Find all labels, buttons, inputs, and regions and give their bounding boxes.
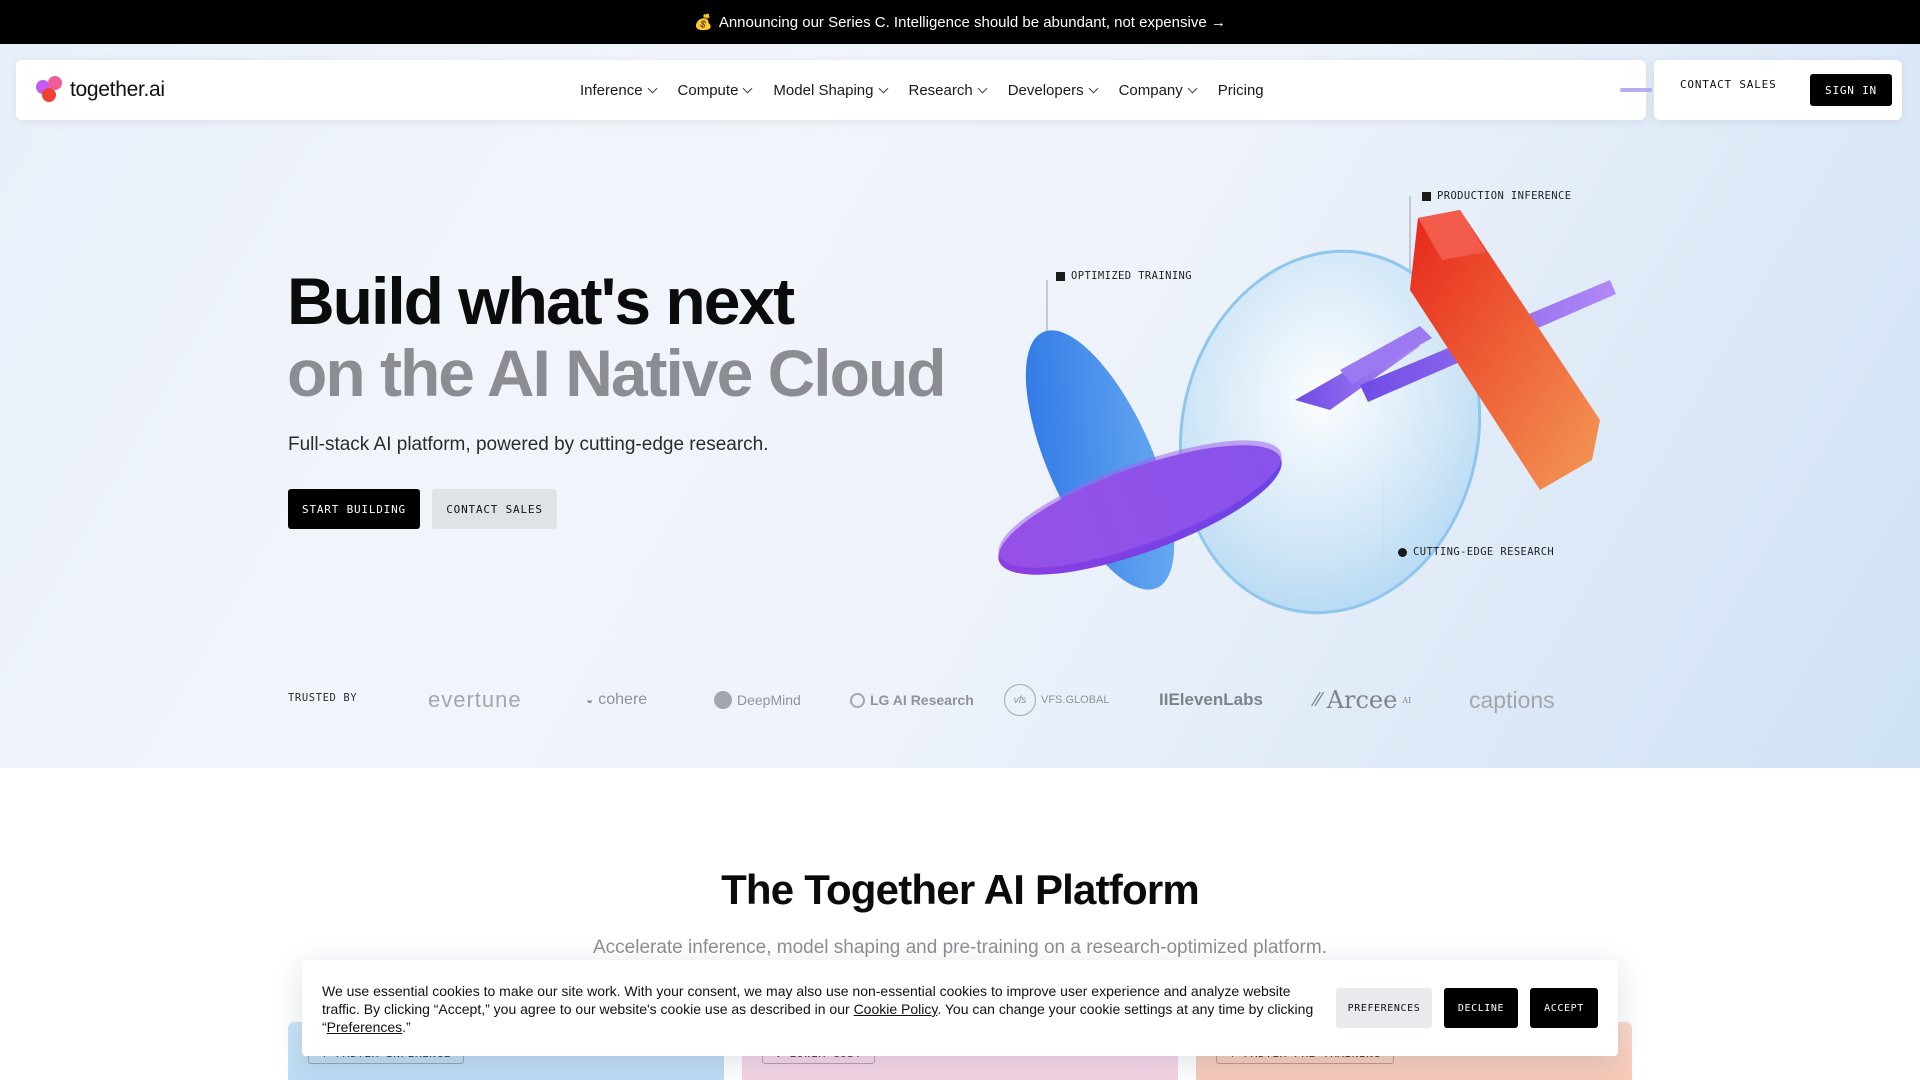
nav-item-label: Model Shaping [773, 81, 874, 99]
logo-text: DeepMind [737, 692, 801, 708]
arcee-superscript: AI [1402, 695, 1412, 705]
chevron-down-icon [742, 83, 753, 93]
hero-subtitle: Full-stack AI platform, powered by cutti… [288, 434, 769, 455]
accept-button[interactable]: ACCEPT [1530, 988, 1598, 1028]
nav-contact-sales-button[interactable]: CONTACT SALES [1680, 78, 1777, 91]
chevron-down-icon [878, 83, 888, 93]
main-nav: together.ai Inference Compute Model Shap… [16, 60, 1646, 120]
vfs-icon: vfs [1004, 684, 1036, 716]
nav-item-model-shaping[interactable]: Model Shaping [773, 81, 888, 99]
label-optimized-training: OPTIMIZED TRAINING [1056, 270, 1192, 282]
logo-cohere: ◒ cohere [586, 682, 647, 718]
nav-item-developers[interactable]: Developers [1007, 81, 1099, 99]
start-building-button[interactable]: START BUILDING [288, 489, 420, 529]
logo-text: captions [1469, 686, 1555, 713]
arcee-icon: ⁄⁄ [1315, 688, 1322, 711]
logo-text: evertune [428, 687, 522, 712]
money-bag-icon: 💰 [694, 14, 713, 31]
nav-menu: Inference Compute Model Shaping Research… [580, 60, 1264, 120]
nav-item-inference[interactable]: Inference [580, 81, 657, 99]
together-logo-icon [36, 76, 64, 104]
cookie-text-part: .” [402, 1019, 411, 1035]
logo-vfs-global: vfs VFS.GLOBAL [1004, 682, 1109, 718]
hero-title-line2: on the AI Native Cloud [287, 336, 947, 410]
logo-text: IIElevenLabs [1159, 690, 1263, 709]
nav-item-compute[interactable]: Compute [677, 81, 753, 99]
logo-arcee: ⁄⁄ Arcee AI [1315, 682, 1411, 718]
announcement-bar[interactable]: 💰 Announcing our Series C. Intelligence … [0, 0, 1920, 44]
decline-button[interactable]: DECLINE [1444, 988, 1518, 1028]
chevron-down-icon [1187, 83, 1198, 93]
cookie-banner: We use essential cookies to make our sit… [302, 960, 1618, 1056]
preferences-button[interactable]: PREFERENCES [1336, 988, 1432, 1028]
deepmind-icon [714, 691, 732, 709]
nav-actions: CONTACT SALES SIGN IN [1654, 60, 1902, 120]
nav-item-company[interactable]: Company [1118, 81, 1198, 99]
contact-sales-button[interactable]: CONTACT SALES [432, 489, 557, 529]
customer-logos: evertune ◒ cohere DeepMind LG AI Researc… [428, 682, 1572, 718]
sign-in-button[interactable]: SIGN IN [1810, 74, 1892, 106]
chevron-down-icon [647, 83, 657, 93]
logo-lg-ai-research: LG AI Research [850, 682, 974, 718]
logo-text: together.ai [70, 78, 165, 101]
hero-title-line1: Build what's next [287, 264, 795, 338]
chevron-down-icon [977, 83, 988, 93]
cohere-icon: ◒ [586, 693, 594, 707]
trusted-by-label: TRUSTED BY [288, 692, 358, 704]
label-production-inference: PRODUCTION INFERENCE [1422, 190, 1571, 202]
hero-illustration: PRODUCTION INFERENCE OPTIMIZED TRAINING … [980, 170, 1640, 630]
square-marker-icon [1056, 271, 1065, 281]
nav-item-label: Inference [580, 81, 643, 99]
nav-divider [1620, 88, 1652, 92]
logo-text: VFS.GLOBAL [1041, 694, 1110, 706]
logo-text: cohere [598, 691, 648, 708]
nav-item-label: Developers [1007, 81, 1084, 99]
announcement-text[interactable]: Announcing our Series C. Intelligence sh… [719, 14, 1226, 31]
nav-item-label: Research [908, 81, 973, 99]
hero-3d-graphic [998, 196, 1616, 615]
logo-deepmind: DeepMind [714, 682, 801, 718]
logo-text: Arcee [1326, 686, 1398, 714]
cookie-message: We use essential cookies to make our sit… [322, 982, 1322, 1036]
chevron-down-icon [1088, 83, 1099, 93]
circle-marker-icon [1398, 547, 1407, 557]
logo-elevenlabs: IIElevenLabs [1159, 682, 1263, 718]
lg-icon [850, 692, 865, 708]
platform-subtitle: Accelerate inference, model shaping and … [592, 937, 1327, 958]
label-text: OPTIMIZED TRAINING [1071, 270, 1192, 282]
logo[interactable]: together.ai [36, 76, 165, 104]
logo-text: LG AI Research [870, 692, 974, 708]
nav-item-research[interactable]: Research [908, 81, 988, 99]
label-text: PRODUCTION INFERENCE [1437, 190, 1572, 202]
platform-title: The Together AI Platform [721, 866, 1200, 913]
label-cutting-edge-research: CUTTING-EDGE RESEARCH [1398, 546, 1554, 558]
label-text: CUTTING-EDGE RESEARCH [1413, 546, 1555, 558]
nav-item-pricing[interactable]: Pricing [1218, 82, 1264, 99]
cookie-policy-link[interactable]: Cookie Policy [854, 1001, 938, 1017]
nav-item-label: Company [1118, 81, 1183, 99]
nav-item-label: Pricing [1217, 81, 1264, 99]
nav-item-label: Compute [677, 81, 739, 99]
square-marker-icon [1422, 191, 1431, 201]
logo-captions: captions [1469, 682, 1555, 718]
preferences-link[interactable]: Preferences [327, 1019, 402, 1035]
logo-evertune: evertune [428, 682, 522, 718]
